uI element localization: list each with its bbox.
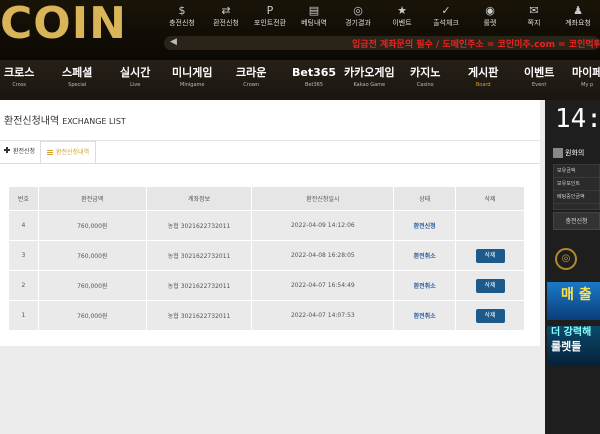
delete-button[interactable]: 삭제 (475, 308, 505, 323)
nav-special[interactable]: 스페셜 Special (62, 65, 92, 89)
nav-bet365[interactable]: Bet365 Bet365 (292, 65, 336, 89)
right-sidebar: 14: 원화의 보유금액 보유포인트 베팅중인금액 충전신청 ◎ 매 출 더 강… (545, 100, 600, 434)
top-menu-points[interactable]: P 포인트전환 (248, 4, 292, 32)
status-label: 환전취소 (393, 270, 457, 301)
points-icon: P (266, 4, 274, 17)
table-row: 3 760,000원 농협 3021622732011 2022-04-08 1… (8, 240, 525, 271)
message-icon: ✉ (529, 4, 539, 17)
nav-minigame[interactable]: 미니게임 Minigame (172, 65, 212, 89)
top-menu-event[interactable]: ★ 이벤트 (380, 4, 424, 32)
top-menu-account-request[interactable]: ♟ 계좌요청 (556, 4, 600, 32)
nav-mypage[interactable]: 마이페 My p (572, 65, 600, 89)
col-header-no: 번호 (8, 186, 39, 211)
result-icon: ◎ (353, 4, 363, 17)
plus-icon (4, 147, 10, 153)
exchange-list-panel: 환전신청내역 EXCHANGE LIST 환전신청 환전신청내역 번호 환전금액 … (0, 100, 540, 346)
nav-crown[interactable]: 크라운 Crown (236, 65, 266, 89)
main-nav: 크로스 Cross 스페셜 Special 실시간 Live 미니게임 Minigame… (0, 60, 600, 100)
speaker-icon: ◀ (170, 37, 177, 47)
clock: 14: (555, 104, 600, 134)
nav-board[interactable]: 게시판 Board (468, 65, 498, 89)
status-label: 환전취소 (393, 300, 457, 331)
nav-live[interactable]: 실시간 Live (120, 65, 150, 89)
delete-button[interactable]: 삭제 (475, 248, 505, 263)
balance-item: 보유금액 (554, 165, 599, 178)
top-menu-deposit[interactable]: $ 충전신청 (160, 4, 204, 32)
exchange-table: 번호 환전금액 계좌정보 환전신청일시 상태 삭제 4 760,000원 농협 … (8, 186, 525, 331)
telegram-icon[interactable]: ◎ (555, 248, 577, 270)
ticker-message: 입금전 계좌문의 필수 / 도메인주소 = 코인미추.com = 코인먹튀 (352, 40, 600, 50)
nav-event[interactable]: 이벤트 Event (524, 65, 554, 89)
top-menu-messages[interactable]: ✉ 쪽지 (512, 4, 556, 32)
nav-cross[interactable]: 크로스 Cross (4, 65, 34, 89)
main-content: 환전신청내역 EXCHANGE LIST 환전신청 환전신청내역 번호 환전금액 … (0, 100, 545, 434)
col-header-delete: 삭제 (455, 186, 525, 211)
top-menu-results[interactable]: ◎ 경기결과 (336, 4, 380, 32)
account-icon: ♟ (573, 4, 583, 17)
money-icon: $ (178, 4, 186, 17)
sidebar-deposit-button[interactable]: 충전신청 (553, 212, 600, 230)
top-menu-attendance[interactable]: ✓ 출석체크 (424, 4, 468, 32)
tab-exchange-history[interactable]: 환전신청내역 (40, 141, 97, 163)
col-header-account: 계좌정보 (145, 186, 253, 211)
site-logo[interactable]: COIN (0, 2, 127, 46)
tab-underline (0, 163, 540, 164)
page-title: 환전신청내역 EXCHANGE LIST (4, 116, 126, 127)
roulette-icon: ◉ (485, 4, 495, 17)
event-icon: ★ (397, 4, 407, 17)
top-header: COIN $ 충전신청 ⇄ 환전신청 P 포인트전환 ▤ 베팅내역 ◎ 경기결과 ★ 이벤트… (0, 0, 600, 60)
top-menu-roulette[interactable]: ◉ 룰렛 (468, 4, 512, 32)
promo-banner-1[interactable]: 매 출 (547, 282, 600, 320)
table-row: 4 760,000원 농협 3021622732011 2022-04-09 1… (8, 210, 525, 241)
col-header-amount: 환전금액 (37, 186, 147, 211)
table-header-row: 번호 환전금액 계좌정보 환전신청일시 상태 삭제 (8, 186, 525, 211)
promo-banner-2[interactable]: 더 강력해 룰렛들 (547, 326, 600, 366)
top-menu: $ 충전신청 ⇄ 환전신청 P 포인트전환 ▤ 베팅내역 ◎ 경기결과 ★ 이벤트 ✓ 출석체… (160, 4, 600, 32)
top-menu-exchange[interactable]: ⇄ 환전신청 (204, 4, 248, 32)
balance-box: 보유금액 보유포인트 베팅중인금액 (553, 164, 600, 210)
col-header-date: 환전신청일시 (251, 186, 395, 211)
attendance-icon: ✓ (441, 4, 451, 17)
sidebar-section-title: 원화의 (553, 148, 584, 158)
wallet-icon (553, 148, 563, 158)
top-menu-bet-history[interactable]: ▤ 베팅내역 (292, 4, 336, 32)
col-header-status: 상태 (393, 186, 457, 211)
nav-casino[interactable]: 카지노 Casino (410, 65, 440, 89)
delete-button[interactable]: 삭제 (475, 278, 505, 293)
status-label: 환전신청 (393, 210, 457, 241)
status-label: 환전취소 (393, 240, 457, 271)
delete-cell (455, 210, 525, 241)
table-row: 2 760,000원 농협 3021622732011 2022-04-07 1… (8, 270, 525, 301)
exchange-table-wrap: 번호 환전금액 계좌정보 환전신청일시 상태 삭제 4 760,000원 농협 … (8, 186, 525, 331)
tab-exchange-request[interactable]: 환전신청 (4, 141, 35, 163)
betting-item: 베팅중인금액 (554, 191, 599, 204)
notice-ticker: ◀ 입금전 계좌문의 필수 / 도메인주소 = 코인미추.com = 코인먹튀 (164, 36, 600, 50)
nav-kakao-game[interactable]: 카카오게임 Kakao Game (344, 65, 395, 89)
points-item: 보유포인트 (554, 178, 599, 191)
list-icon (47, 150, 53, 155)
exchange-icon: ⇄ (221, 4, 231, 17)
bet-icon: ▤ (308, 4, 320, 17)
table-row: 1 760,000원 농협 3021622732011 2022-04-07 1… (8, 300, 525, 331)
